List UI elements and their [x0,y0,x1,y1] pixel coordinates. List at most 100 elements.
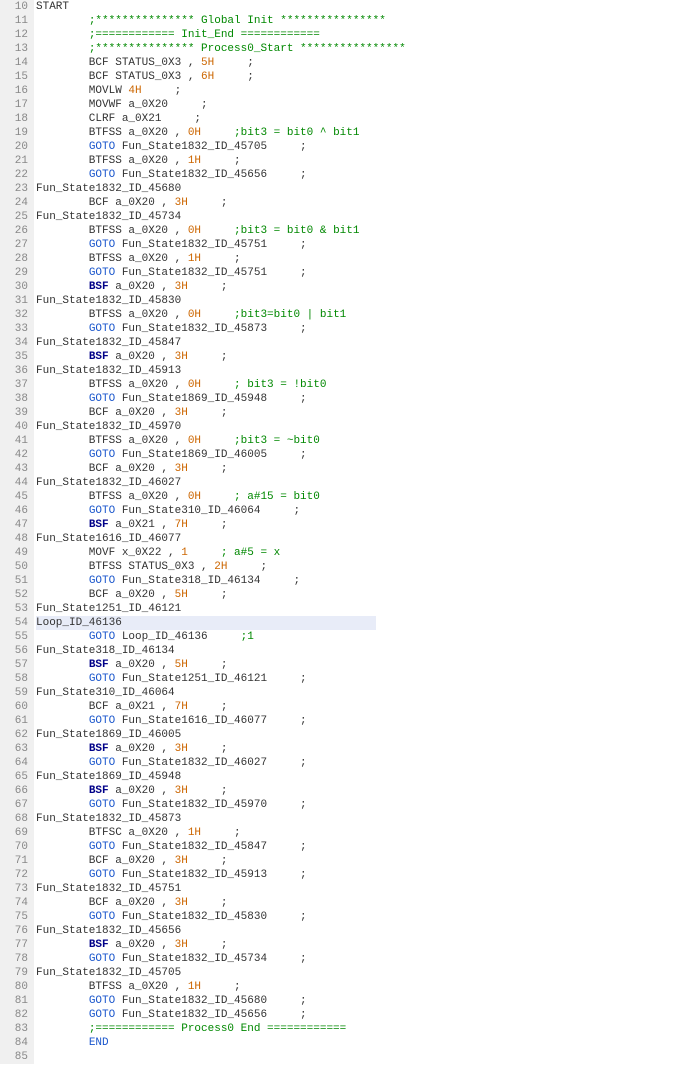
token: BCF a_0X20 , [36,855,175,867]
code-line[interactable]: MOVWF a_0X20 ; [36,98,680,112]
code-line[interactable]: BCF a_0X20 , 3H ; [36,854,680,868]
code-line[interactable]: GOTO Loop_ID_46136 ;1 [36,630,680,644]
code-line[interactable]: BCF a_0X21 , 7H ; [36,700,680,714]
code-line[interactable]: BSF a_0X20 , 3H ; [36,350,680,364]
code-line[interactable]: BSF a_0X20 , 5H ; [36,658,680,672]
token: Loop_ID_46136 [115,631,240,643]
code-line[interactable]: BTFSS a_0X20 , 0H ; a#15 = bit0 [36,490,680,504]
code-line[interactable]: GOTO Fun_State1832_ID_45847 ; [36,840,680,854]
code-line[interactable]: ;*************** Process0_Start ********… [36,42,680,56]
code-line[interactable]: BTFSS a_0X20 , 0H ;bit3=bit0 | bit1 [36,308,680,322]
code-line[interactable]: GOTO Fun_State1832_ID_45656 ; [36,168,680,182]
code-line[interactable]: GOTO Fun_State1832_ID_45970 ; [36,798,680,812]
code-line[interactable]: BCF STATUS_0X3 , 5H ; [36,56,680,70]
code-line[interactable]: BCF STATUS_0X3 , 6H ; [36,70,680,84]
code-line[interactable]: BTFSS a_0X20 , 1H ; [36,980,680,994]
token: GOTO [89,911,115,923]
token: a_0X20 , [109,743,175,755]
code-line[interactable]: BTFSC a_0X20 , 1H ; [36,826,680,840]
code-line[interactable]: Fun_State1832_ID_45970 [36,420,680,434]
code-line[interactable]: Fun_State1832_ID_45751 [36,882,680,896]
code-line[interactable]: GOTO Fun_State1251_ID_46121 ; [36,672,680,686]
line-number: 21 [0,154,28,168]
code-line[interactable]: START [36,0,680,14]
code-line[interactable]: Fun_State310_ID_46064 [36,686,680,700]
code-line[interactable]: GOTO Fun_State318_ID_46134 ; [36,574,680,588]
code-line[interactable]: BTFSS a_0X20 , 0H ;bit3 = ~bit0 [36,434,680,448]
token: Fun_State1251_ID_46121 ; [115,673,306,685]
code-line[interactable]: Fun_State1832_ID_45734 [36,210,680,224]
code-line[interactable]: BTFSS a_0X20 , 0H ;bit3 = bit0 & bit1 [36,224,680,238]
code-line[interactable]: MOVF x_0X22 , 1 ; a#5 = x [36,546,680,560]
code-line[interactable]: GOTO Fun_State1832_ID_45680 ; [36,994,680,1008]
token: Fun_State310_ID_46064 [36,687,175,699]
code-line[interactable]: GOTO Fun_State1832_ID_45751 ; [36,266,680,280]
code-line[interactable]: CLRF a_0X21 ; [36,112,680,126]
code-line[interactable]: Fun_State1832_ID_45680 [36,182,680,196]
code-line[interactable]: BSF a_0X20 , 3H ; [36,784,680,798]
code-line[interactable]: BTFSS STATUS_0X3 , 2H ; [36,560,680,574]
code-area[interactable]: START ;*************** Global Init *****… [34,0,680,1064]
token [201,491,234,503]
code-line[interactable]: ;============ Process0 End ============ [36,1022,680,1036]
token: 3H [175,855,188,867]
line-number: 25 [0,210,28,224]
code-line[interactable]: GOTO Fun_State1832_ID_45751 ; [36,238,680,252]
line-number: 66 [0,784,28,798]
code-line[interactable]: Fun_State1616_ID_46077 [36,532,680,546]
code-line[interactable]: GOTO Fun_State1832_ID_45705 ; [36,140,680,154]
code-line[interactable]: BSF a_0X20 , 3H ; [36,938,680,952]
code-line[interactable]: BTFSS a_0X20 , 0H ; bit3 = !bit0 [36,378,680,392]
code-line[interactable]: GOTO Fun_State1832_ID_46027 ; [36,756,680,770]
code-line[interactable]: GOTO Fun_State1869_ID_46005 ; [36,448,680,462]
token [36,29,89,41]
code-line[interactable]: BTFSS a_0X20 , 1H ; [36,252,680,266]
token: GOTO [89,715,115,727]
code-line[interactable]: ;*************** Global Init ***********… [36,14,680,28]
code-line[interactable]: Fun_State1832_ID_45847 [36,336,680,350]
code-line[interactable]: GOTO Fun_State310_ID_46064 ; [36,504,680,518]
token [36,267,89,279]
code-line[interactable]: Fun_State1251_ID_46121 [36,602,680,616]
code-line[interactable] [36,1050,680,1064]
code-line[interactable]: GOTO Fun_State1832_ID_45873 ; [36,322,680,336]
token: GOTO [89,869,115,881]
code-line[interactable]: GOTO Fun_State1832_ID_45913 ; [36,868,680,882]
code-line[interactable]: BSF a_0X20 , 3H ; [36,280,680,294]
line-number: 19 [0,126,28,140]
code-line[interactable]: BCF a_0X20 , 3H ; [36,462,680,476]
code-line[interactable]: BCF a_0X20 , 3H ; [36,196,680,210]
code-line[interactable]: END [36,1036,680,1050]
code-line[interactable]: MOVLW 4H ; [36,84,680,98]
code-line[interactable]: Fun_State1832_ID_45830 [36,294,680,308]
code-line[interactable]: Fun_State1832_ID_46027 [36,476,680,490]
code-line[interactable]: Loop_ID_46136 [36,616,376,630]
code-line[interactable]: Fun_State1832_ID_45873 [36,812,680,826]
code-line[interactable]: BTFSS a_0X20 , 0H ;bit3 = bit0 ^ bit1 [36,126,680,140]
code-line[interactable]: Fun_State1869_ID_45948 [36,770,680,784]
code-line[interactable]: BCF a_0X20 , 3H ; [36,896,680,910]
line-number: 49 [0,546,28,560]
code-line[interactable]: Fun_State1869_ID_46005 [36,728,680,742]
code-line[interactable]: GOTO Fun_State1832_ID_45734 ; [36,952,680,966]
token: GOTO [89,267,115,279]
token: START [36,1,69,13]
code-line[interactable]: GOTO Fun_State1832_ID_45656 ; [36,1008,680,1022]
code-line[interactable]: GOTO Fun_State1832_ID_45830 ; [36,910,680,924]
code-line[interactable]: BCF a_0X20 , 5H ; [36,588,680,602]
code-line[interactable]: BSF a_0X21 , 7H ; [36,518,680,532]
code-line[interactable]: Fun_State318_ID_46134 [36,644,680,658]
code-line[interactable]: GOTO Fun_State1616_ID_46077 ; [36,714,680,728]
code-line[interactable]: BTFSS a_0X20 , 1H ; [36,154,680,168]
token: Fun_State1869_ID_45948 [36,771,181,783]
code-line[interactable]: Fun_State1832_ID_45705 [36,966,680,980]
code-line[interactable]: GOTO Fun_State1869_ID_45948 ; [36,392,680,406]
code-line[interactable]: Fun_State1832_ID_45913 [36,364,680,378]
token: ; [214,57,254,69]
token [36,1009,89,1021]
code-line[interactable]: BCF a_0X20 , 3H ; [36,406,680,420]
code-line[interactable]: Fun_State1832_ID_45656 [36,924,680,938]
code-line[interactable]: ;============ Init_End ============ [36,28,680,42]
line-number: 23 [0,182,28,196]
code-line[interactable]: BSF a_0X20 , 3H ; [36,742,680,756]
